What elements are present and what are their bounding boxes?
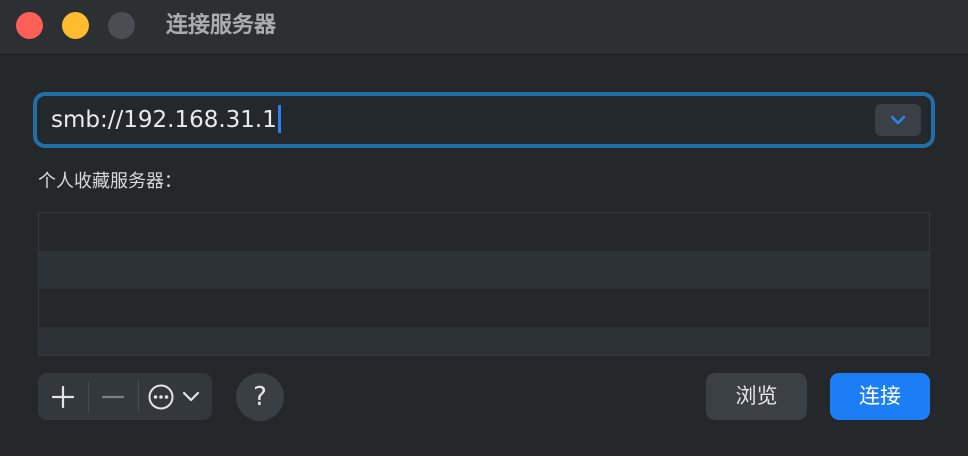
remove-favorite-button[interactable] — [89, 373, 137, 420]
recent-servers-dropdown-button[interactable] — [875, 104, 921, 136]
connect-button[interactable]: 连接 — [830, 373, 930, 420]
favorite-servers-label: 个人收藏服务器： — [38, 171, 182, 192]
list-item[interactable] — [39, 289, 929, 327]
favorites-edit-controls — [38, 373, 212, 420]
ellipsis-circle-icon — [148, 384, 174, 410]
plus-icon — [52, 386, 74, 408]
server-address-input[interactable]: smb://192.168.31.1 — [51, 105, 281, 135]
list-item[interactable] — [39, 251, 929, 289]
list-item[interactable] — [39, 213, 929, 251]
title-bar: 连接服务器 — [0, 0, 968, 55]
browse-button[interactable]: 浏览 — [706, 373, 807, 420]
connect-to-server-window: 连接服务器 smb://192.168.31.1 个人收藏服务器： ? 浏览 连… — [0, 0, 968, 456]
close-button[interactable] — [16, 12, 43, 39]
list-item[interactable] — [39, 327, 929, 355]
window-title: 连接服务器 — [166, 13, 277, 38]
add-favorite-button[interactable] — [38, 373, 87, 420]
zoom-button[interactable] — [108, 12, 135, 39]
server-address-inner[interactable]: smb://192.168.31.1 — [37, 96, 931, 144]
server-address-field[interactable]: smb://192.168.31.1 — [33, 92, 935, 148]
more-actions-button[interactable] — [139, 373, 212, 420]
text-caret — [277, 105, 281, 133]
chevron-down-icon — [182, 391, 200, 402]
minimize-button[interactable] — [62, 12, 89, 39]
server-address-value: smb://192.168.31.1 — [51, 107, 277, 133]
favorite-servers-list[interactable] — [38, 212, 930, 356]
chevron-down-icon — [890, 115, 906, 125]
minus-icon — [102, 395, 124, 399]
help-button[interactable]: ? — [236, 373, 284, 421]
